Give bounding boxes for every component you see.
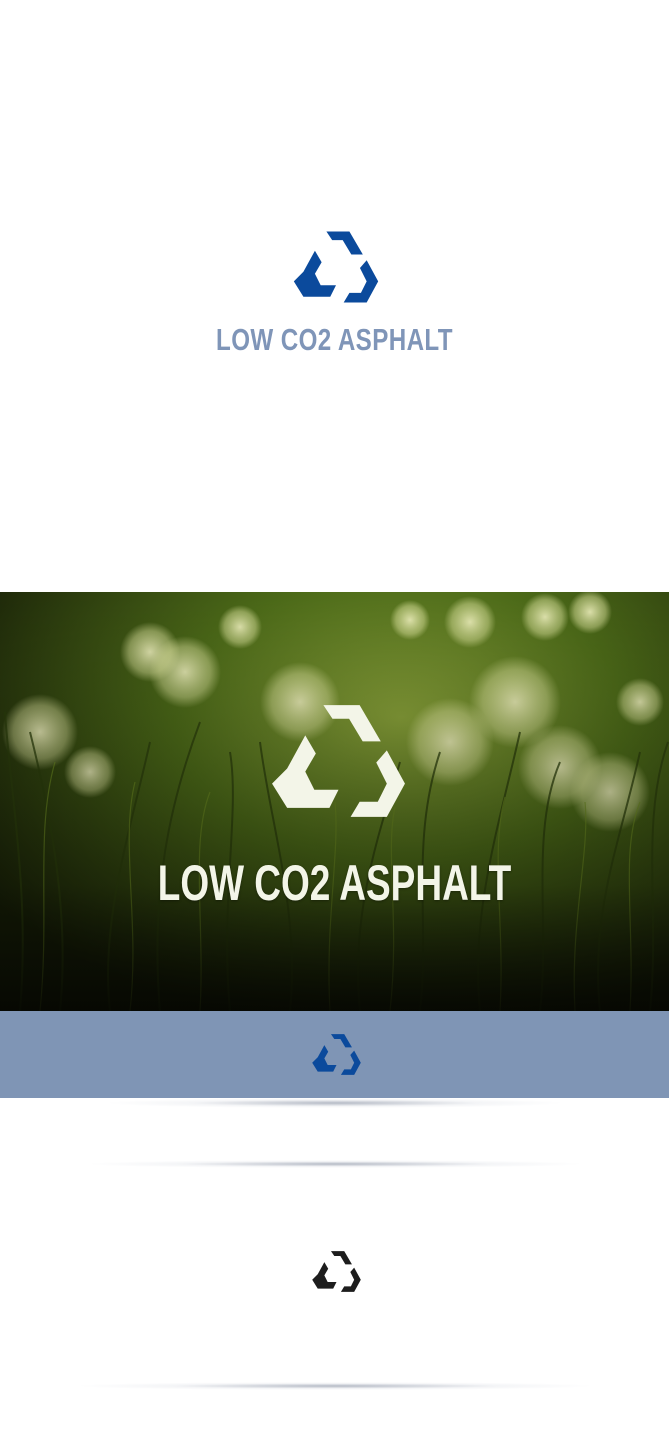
- divider-shadow-bottom: [80, 1382, 590, 1390]
- brand-wordmark-on-photo: LOW CO2 ASPHALT: [157, 855, 512, 911]
- recycle-hexagon-icon: [293, 231, 379, 303]
- recycle-hexagon-icon: [272, 705, 405, 817]
- bar-drop-shadow: [110, 1098, 560, 1108]
- logo-presentation-bar: [0, 1011, 669, 1098]
- brand-wordmark: LOW CO2 ASPHALT: [216, 322, 453, 357]
- logo-presentation-mono: [0, 1160, 669, 1390]
- recycle-hexagon-icon: [312, 1251, 361, 1292]
- recycle-hexagon-icon: [312, 1034, 361, 1075]
- logo-presentation-light: LOW CO2 ASPHALT: [0, 0, 669, 590]
- logo-presentation-photo: LOW CO2 ASPHALT: [0, 592, 669, 1011]
